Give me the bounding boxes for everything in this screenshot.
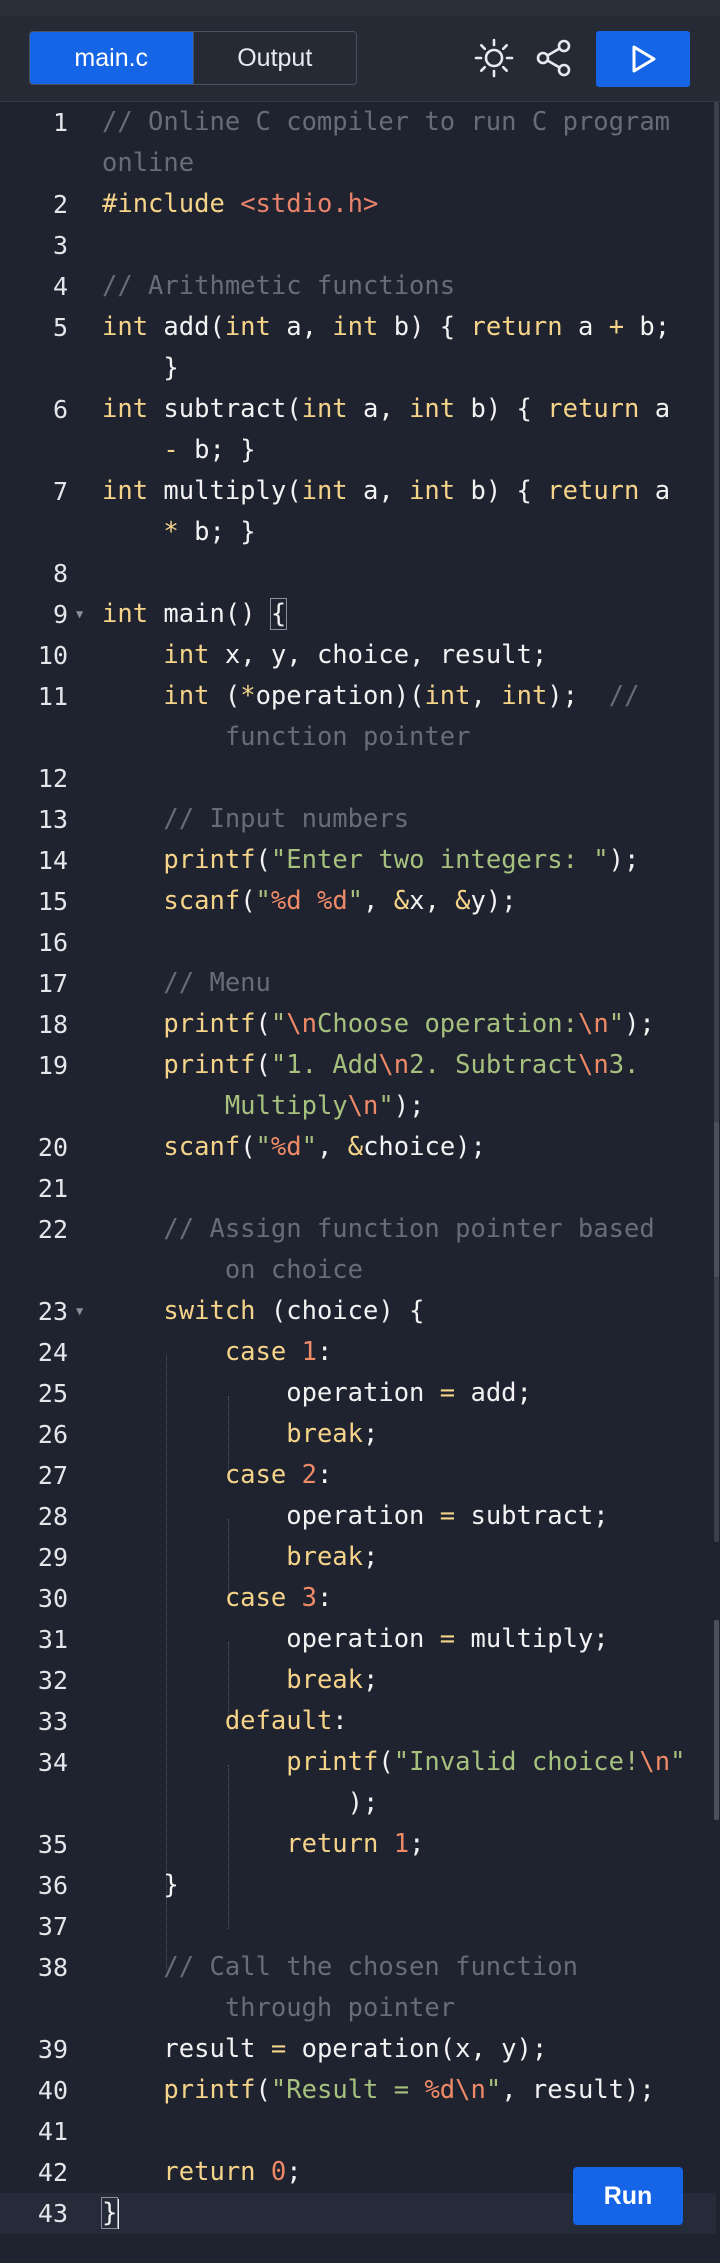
code-line: 9 ▼ int main() { [0,594,716,635]
share-icon [536,39,571,77]
code-line: 2 #include <stdio.h> [52,189,379,219]
code-token: // Online C compiler to run C program on… [102,107,686,178]
code-line: 36 } [37,1870,179,1900]
play-icon [632,45,656,73]
code-line: 27 case 2: [37,1460,333,1490]
tab-output[interactable]: Output [192,32,356,84]
code-line: 31 operation = multiply; [37,1624,609,1654]
code-line: 40 printf("Result = %d\n", result); [37,2075,655,2105]
code-line: 23 ▼ switch (choice) { [0,1291,716,1332]
code-line: 20 scanf("%d", &choice); [37,1132,486,1162]
text-cursor [117,2199,120,2229]
code-line: 41 [37,2117,68,2146]
code-line: 11 int (*operation)(int, int); // functi… [37,681,640,752]
code-line: 22 // Assign function pointer based on c… [37,1214,655,1285]
code-line: 30 case 3: [37,1583,333,1613]
code-line: 8 [52,559,68,588]
code-line: 6 int subtract(int a, int b) { return a … [52,394,671,465]
code-line: 1 // Online C compiler to run C program … [0,102,716,178]
code-line: 34 printf("Invalid choice!\n" ); [37,1747,686,1818]
share-button[interactable] [527,31,581,85]
code-line: 3 [52,231,68,260]
toolbar: main.c Output [0,16,720,102]
code-line: 16 [37,928,68,957]
code-line: 14 printf("Enter two integers: "); [37,845,640,875]
code-line: 35 return 1; [37,1829,425,1859]
code-line: 25 operation = add; [37,1378,532,1408]
code-line: 7 int multiply(int a, int b) { return a … [52,476,671,547]
code-line: 28 operation = subtract; [37,1501,609,1531]
code-line: 38 // Call the chosen function through p… [37,1952,578,2023]
code-line: 39 result = operation(x, y); [37,2034,548,2064]
tab-main-c[interactable]: main.c [30,32,193,84]
code-line: 18 printf("\nChoose operation:\n"); [37,1009,655,1039]
code-line: 5 int add(int a, int b) { return a + b; … [52,312,671,383]
code-line: 19 printf("1. Add\n2. Subtract\n3. Multi… [37,1050,640,1121]
code-editor[interactable]: 1 // Online C compiler to run C program … [0,102,720,2263]
code-line: 13 // Input numbers [37,804,410,834]
code-line: 33 default: [37,1706,348,1736]
code-line: 17 // Menu [37,968,271,998]
sun-icon [474,38,514,78]
run-button[interactable]: Run [573,2167,683,2225]
code-line: 32 break; [37,1665,379,1695]
code-line: 29 break; [37,1542,379,1572]
fold-arrow-icon[interactable]: ▼ [76,594,83,635]
code-line: 21 [37,1174,68,1203]
code-line: 37 [37,1912,68,1941]
run-icon-button[interactable] [596,31,690,87]
code-line: 4 // Arithmetic functions [52,271,456,301]
status-strip [0,0,720,16]
fold-arrow-icon[interactable]: ▼ [76,1291,83,1332]
code-line: 15 scanf("%d %d", &x, &y); [37,886,517,916]
theme-toggle-button[interactable] [467,31,521,85]
code-line: 12 [37,764,68,793]
code-line: 24 case 1: [37,1337,333,1367]
file-tabs: main.c Output [29,31,357,85]
code-line: 26 break; [37,1419,379,1449]
code-line: 10 int x, y, choice, result; [37,640,548,670]
